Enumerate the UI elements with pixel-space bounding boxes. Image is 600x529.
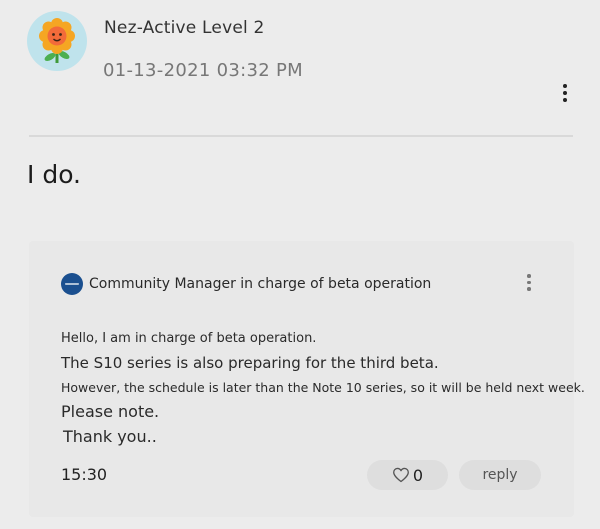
message-line: Hello, I am in charge of beta operation. xyxy=(61,331,317,346)
sunflower-avatar-icon xyxy=(39,18,75,63)
user-avatar[interactable] xyxy=(27,11,87,71)
like-button[interactable]: 0 xyxy=(367,460,448,490)
quoted-author[interactable]: Community Manager in charge of beta oper… xyxy=(89,276,431,292)
reply-button[interactable]: reply xyxy=(459,460,541,490)
message-line: The S10 series is also preparing for the… xyxy=(61,354,439,372)
community-logo-icon xyxy=(61,273,83,295)
post-timestamp: 01-13-2021 03:32 PM xyxy=(103,60,304,81)
heart-icon xyxy=(392,467,409,483)
post-body: I do. xyxy=(27,160,81,189)
like-count: 0 xyxy=(412,465,424,485)
post-more-icon[interactable] xyxy=(559,84,571,102)
quoted-more-icon[interactable] xyxy=(523,274,535,291)
message-line: Thank you.. xyxy=(63,427,157,446)
message-time: 15:30 xyxy=(61,465,108,484)
post-author[interactable]: Nez-Active Level 2 xyxy=(104,18,265,38)
message-line: Please note. xyxy=(61,402,160,421)
message-line: However, the schedule is later than the … xyxy=(61,380,585,395)
divider xyxy=(29,135,573,137)
